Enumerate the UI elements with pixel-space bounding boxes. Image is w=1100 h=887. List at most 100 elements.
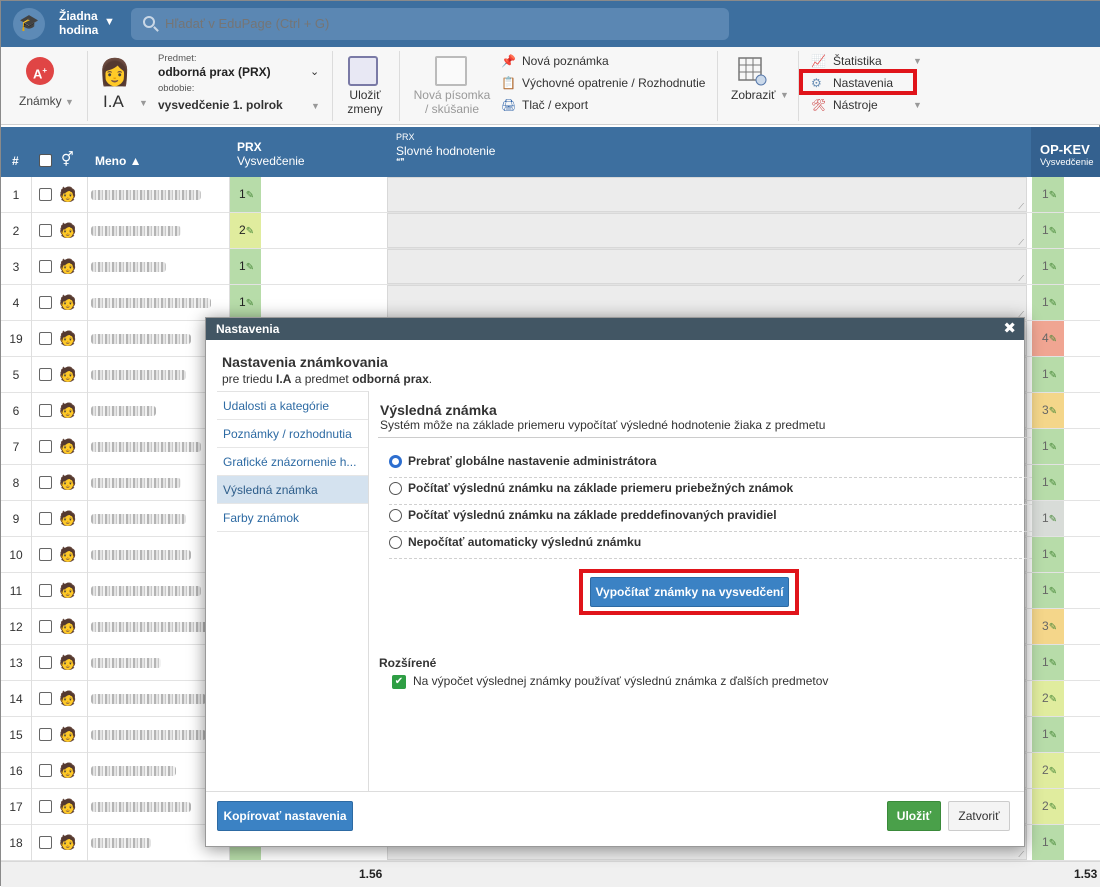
- option-average[interactable]: Počítať výslednú známku na základe priem…: [389, 478, 1032, 505]
- chevron-down-icon[interactable]: ▼: [104, 16, 115, 28]
- new-test-button[interactable]: Nová písomka / skúšanie: [411, 88, 493, 116]
- table-row[interactable]: 3🧑1✎1✎: [1, 249, 1100, 285]
- student-name-blurred[interactable]: [91, 442, 201, 452]
- option-none[interactable]: Nepočítať automaticky výslednú známku: [389, 532, 1032, 559]
- sidebar-item-colors[interactable]: Farby známok: [217, 504, 368, 532]
- chevron-down-icon[interactable]: ▼: [139, 98, 148, 108]
- close-dialog-button[interactable]: Zatvoriť: [948, 801, 1010, 831]
- student-name-blurred[interactable]: [91, 298, 211, 308]
- row-checkbox[interactable]: [39, 188, 52, 201]
- search-input[interactable]: [131, 8, 729, 40]
- radio[interactable]: [389, 509, 402, 522]
- row-checkbox[interactable]: [39, 296, 52, 309]
- col-name[interactable]: Meno ▲: [95, 154, 142, 168]
- row-checkbox[interactable]: [39, 584, 52, 597]
- op-grade-cell[interactable]: 1✎: [1032, 825, 1064, 860]
- op-grade-cell[interactable]: 1✎: [1032, 285, 1064, 320]
- student-name-blurred[interactable]: [91, 226, 181, 236]
- advanced-label[interactable]: Na výpočet výslednej známky používať výs…: [413, 674, 828, 688]
- student-name-blurred[interactable]: [91, 190, 201, 200]
- op-grade-cell[interactable]: 1✎: [1032, 501, 1064, 536]
- op-grade-cell[interactable]: 4✎: [1032, 321, 1064, 356]
- period-select[interactable]: vysvedčenie 1. polrok: [158, 98, 283, 112]
- row-checkbox[interactable]: [39, 692, 52, 705]
- subject-select[interactable]: odborná prax (PRX): [158, 65, 271, 79]
- row-checkbox[interactable]: [39, 404, 52, 417]
- measure-button[interactable]: 📋 Výchovné opatrenie / Rozhodnutie: [501, 74, 705, 92]
- op-grade-cell[interactable]: 1✎: [1032, 213, 1064, 248]
- student-name-blurred[interactable]: [91, 334, 191, 344]
- student-name-blurred[interactable]: [91, 370, 186, 380]
- row-checkbox[interactable]: [39, 512, 52, 525]
- save-button[interactable]: Uložiť zmeny: [344, 88, 386, 116]
- student-name-blurred[interactable]: [91, 802, 191, 812]
- row-checkbox[interactable]: [39, 620, 52, 633]
- student-name-blurred[interactable]: [91, 838, 151, 848]
- sidebar-item-final-grade[interactable]: Výsledná známka: [217, 476, 368, 504]
- prx-grade-cell[interactable]: 2✎: [229, 213, 261, 248]
- view-grid-icon[interactable]: [737, 56, 767, 86]
- op-grade-cell[interactable]: 1✎: [1032, 573, 1064, 608]
- student-name-blurred[interactable]: [91, 478, 181, 488]
- col-prx-top[interactable]: PRX: [237, 140, 262, 154]
- chevron-down-icon[interactable]: ▼: [913, 56, 922, 66]
- comment-textarea[interactable]: [387, 249, 1027, 284]
- comment-textarea[interactable]: [387, 213, 1027, 248]
- table-row[interactable]: 2🧑2✎1✎: [1, 213, 1100, 249]
- student-name-blurred[interactable]: [91, 622, 216, 632]
- row-checkbox[interactable]: [39, 440, 52, 453]
- sidebar-item-events[interactable]: Udalosti a kategórie: [217, 392, 368, 420]
- col-op-sub[interactable]: Vysvedčenie: [1040, 157, 1094, 168]
- row-checkbox[interactable]: [39, 800, 52, 813]
- class-selector[interactable]: I.A: [103, 92, 124, 112]
- calculate-grades-button[interactable]: Vypočítať známky na vysvedčení: [590, 577, 789, 607]
- col-comment-sub[interactable]: Slovné hodnotenie: [396, 144, 495, 158]
- comment-textarea[interactable]: [387, 285, 1027, 320]
- statistics-button[interactable]: 📈 Štatistika: [811, 52, 882, 70]
- row-checkbox[interactable]: [39, 332, 52, 345]
- op-grade-cell[interactable]: 1✎: [1032, 249, 1064, 284]
- current-hour-label[interactable]: Žiadna hodina: [59, 9, 99, 37]
- student-name-blurred[interactable]: [91, 550, 191, 560]
- op-grade-cell[interactable]: 1✎: [1032, 645, 1064, 680]
- sidebar-item-graphics[interactable]: Grafické znázornenie h...: [217, 448, 368, 476]
- grades-menu-button[interactable]: Známky ▼: [19, 94, 74, 108]
- radio-selected[interactable]: [389, 455, 402, 468]
- op-grade-cell[interactable]: 1✎: [1032, 357, 1064, 392]
- student-name-blurred[interactable]: [91, 406, 156, 416]
- op-grade-cell[interactable]: 1✎: [1032, 429, 1064, 464]
- chevron-down-icon[interactable]: ▼: [913, 100, 922, 110]
- chevron-down-icon[interactable]: ⌄: [310, 65, 319, 78]
- table-row[interactable]: 1🧑1✎1✎: [1, 177, 1100, 213]
- save-dialog-button[interactable]: Uložiť: [887, 801, 941, 831]
- row-checkbox[interactable]: [39, 728, 52, 741]
- op-grade-cell[interactable]: 2✎: [1032, 681, 1064, 716]
- row-checkbox[interactable]: [39, 656, 52, 669]
- student-name-blurred[interactable]: [91, 514, 186, 524]
- student-name-blurred[interactable]: [91, 766, 176, 776]
- op-grade-cell[interactable]: 1✎: [1032, 465, 1064, 500]
- student-name-blurred[interactable]: [91, 730, 206, 740]
- prx-grade-cell[interactable]: 1✎: [229, 285, 261, 320]
- row-checkbox[interactable]: [39, 764, 52, 777]
- op-grade-cell[interactable]: 2✎: [1032, 753, 1064, 788]
- row-checkbox[interactable]: [39, 224, 52, 237]
- op-grade-cell[interactable]: 1✎: [1032, 177, 1064, 212]
- row-checkbox[interactable]: [39, 476, 52, 489]
- advanced-checkbox[interactable]: ✔: [392, 675, 406, 689]
- select-all-checkbox[interactable]: [39, 154, 52, 167]
- chevron-down-icon[interactable]: ▼: [780, 90, 789, 100]
- view-button[interactable]: Zobraziť: [731, 88, 776, 102]
- close-icon[interactable]: ✖: [1003, 318, 1016, 340]
- copy-settings-button[interactable]: Kopírovať nastavenia: [217, 801, 353, 831]
- new-note-button[interactable]: 📌 Nová poznámka: [501, 52, 609, 70]
- comment-textarea[interactable]: [387, 177, 1027, 212]
- op-grade-cell[interactable]: 3✎: [1032, 393, 1064, 428]
- row-checkbox[interactable]: [39, 260, 52, 273]
- radio[interactable]: [389, 536, 402, 549]
- tools-button[interactable]: 🛠 Nástroje: [811, 96, 878, 114]
- op-grade-cell[interactable]: 3✎: [1032, 609, 1064, 644]
- student-name-blurred[interactable]: [91, 658, 161, 668]
- grades-icon[interactable]: A+: [26, 57, 54, 85]
- gender-icon[interactable]: ⚥: [61, 151, 74, 168]
